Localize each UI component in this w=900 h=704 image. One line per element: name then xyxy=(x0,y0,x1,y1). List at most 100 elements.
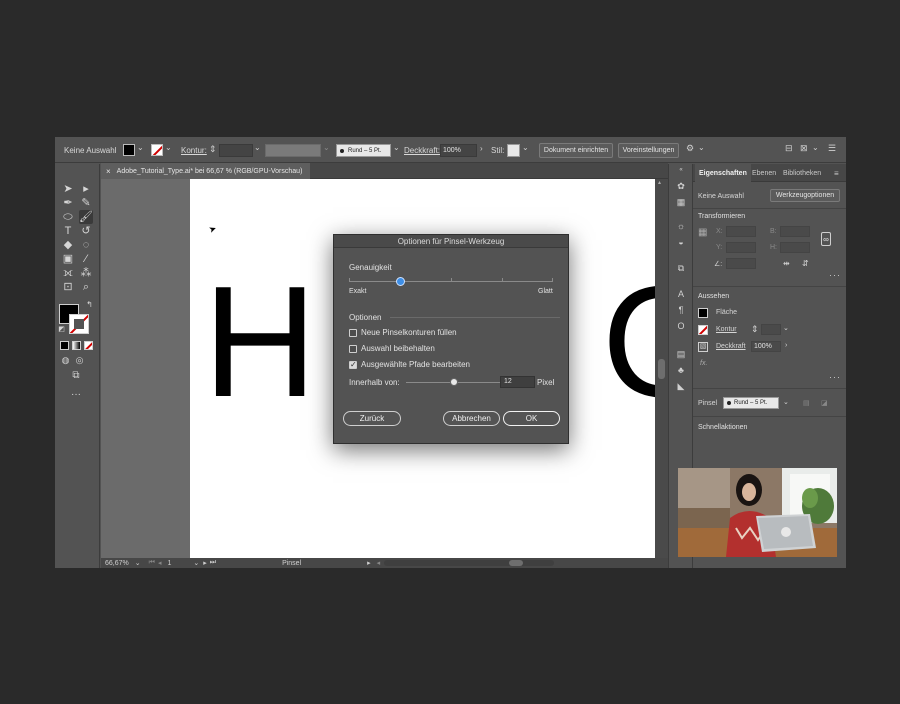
panel-menu-icon[interactable]: ☰ xyxy=(828,143,836,154)
lasso-tool-icon[interactable]: ◌ xyxy=(79,238,93,252)
stroke-color-swatch[interactable] xyxy=(151,144,163,156)
shape-builder-tool-icon[interactable]: ⟗ xyxy=(61,266,75,280)
edit-toolbar-icon[interactable]: ··· xyxy=(69,390,83,400)
tab-bibliotheken[interactable]: Bibliotheken xyxy=(783,164,821,182)
brush-options-icon[interactable]: ◪ xyxy=(821,399,828,407)
first-artboard-icon[interactable]: ⏮ xyxy=(149,559,155,567)
artboard-number[interactable]: 1 xyxy=(167,560,171,567)
panel-options-icon[interactable]: ≡ xyxy=(834,164,839,182)
arrange-chevron-down-icon[interactable]: ⌄ xyxy=(698,143,705,152)
height-input[interactable] xyxy=(780,242,810,253)
color-mode-icon[interactable] xyxy=(60,341,69,350)
document-setup-button[interactable]: Dokument einrichten xyxy=(539,143,613,158)
symbol-sprayer-tool-icon[interactable]: ⁂ xyxy=(79,266,93,280)
artwork-letter-h[interactable]: H xyxy=(203,263,317,421)
artboard-chevron-down-icon[interactable]: ⌄ xyxy=(193,559,199,567)
x-input[interactable] xyxy=(726,226,756,237)
flip-horizontal-icon[interactable]: ⇹ xyxy=(783,259,790,268)
fill-new-strokes-checkbox[interactable] xyxy=(349,329,357,337)
gradient-tool-icon[interactable]: ▣ xyxy=(61,252,75,266)
reference-point-icon[interactable]: ▦ xyxy=(698,228,708,238)
horizontal-scrollbar[interactable] xyxy=(384,560,555,566)
stroke-chevron-down-icon[interactable]: ⌄ xyxy=(165,143,172,152)
draw-normal-icon[interactable]: ◍ xyxy=(60,355,71,366)
accuracy-slider-knob[interactable] xyxy=(396,277,405,286)
next-artboard-icon[interactable]: ▸ xyxy=(203,559,207,567)
eyedropper-tool-icon[interactable]: ⁄ xyxy=(79,252,93,266)
opacity-input[interactable]: 100% xyxy=(440,144,477,157)
tool-options-button[interactable]: Werkzeugoptionen xyxy=(770,189,840,202)
zoom-tool-icon[interactable]: ⌕ xyxy=(79,280,93,294)
none-mode-icon[interactable] xyxy=(84,341,93,350)
fx-effects-button[interactable]: fx. xyxy=(700,360,707,367)
stroke-stepper-icon[interactable]: ⇕ xyxy=(209,144,217,155)
previous-artboard-icon[interactable]: ◂ xyxy=(158,559,162,567)
stroke-chevron-down-icon[interactable]: ⌄ xyxy=(783,324,789,332)
scroll-up-icon[interactable]: ▴ xyxy=(658,179,661,186)
zoom-chevron-down-icon[interactable]: ⌄ xyxy=(135,559,141,567)
brush-definition-dropdown[interactable]: Rund – 5 Pt. xyxy=(336,144,391,157)
artboards-panel-icon[interactable]: ⧉ xyxy=(675,262,687,274)
gradient-mode-icon[interactable] xyxy=(72,341,81,350)
stroke-label[interactable]: Kontur xyxy=(716,326,737,333)
fill-chevron-down-icon[interactable]: ⌄ xyxy=(137,143,144,152)
y-input[interactable] xyxy=(726,242,756,253)
paragraph-panel-icon[interactable]: ¶ xyxy=(675,304,687,316)
tab-eigenschaften[interactable]: Eigenschaften xyxy=(695,164,751,182)
fill-new-strokes-label[interactable]: Neue Pinselkonturen füllen xyxy=(361,328,457,337)
within-slider-knob[interactable] xyxy=(449,378,458,386)
brush-dropdown[interactable]: Rund – 5 Pt. xyxy=(723,397,779,409)
artboard-tool-icon[interactable]: ⊡ xyxy=(61,280,75,294)
align-icon[interactable]: ⊟ xyxy=(785,143,793,154)
cancel-button[interactable]: Abbrechen xyxy=(443,411,500,426)
zoom-level[interactable]: 66,67% xyxy=(105,560,129,567)
vertical-scrollbar[interactable]: ▴ xyxy=(655,179,668,558)
curvature-tool-icon[interactable]: ✎ xyxy=(79,196,93,210)
swatches-panel-icon[interactable]: ▦ xyxy=(675,196,687,208)
edit-selected-paths-label[interactable]: Ausgewählte Pfade bearbeiten xyxy=(361,360,470,369)
edit-selected-paths-checkbox[interactable] xyxy=(349,360,357,369)
vertical-scroll-thumb[interactable] xyxy=(658,359,665,379)
symbols-panel-icon[interactable]: ♣ xyxy=(675,364,687,376)
opacity-input[interactable]: 100% xyxy=(751,341,781,352)
width-input[interactable] xyxy=(780,226,810,237)
opacity-chevron-right-icon[interactable]: › xyxy=(785,342,787,349)
screen-mode-icon[interactable]: ⧉ xyxy=(69,370,83,382)
type-tool-icon[interactable]: T xyxy=(61,224,75,238)
fill-color-swatch[interactable] xyxy=(123,144,135,156)
brushes-panel-icon[interactable]: ▤ xyxy=(675,348,687,360)
stroke-weight-chevron-down-icon[interactable]: ⌄ xyxy=(254,143,261,152)
appearance-fill-swatch[interactable] xyxy=(698,308,708,318)
appearance-panel-icon[interactable]: ☼ xyxy=(675,220,687,232)
keep-selected-label[interactable]: Auswahl beibehalten xyxy=(361,344,435,353)
style-chevron-down-icon[interactable]: ⌄ xyxy=(522,143,529,152)
opentype-panel-icon[interactable]: O xyxy=(675,320,687,332)
constrain-proportions-icon[interactable]: ∞ xyxy=(821,232,831,246)
stroke-weight-input[interactable] xyxy=(761,324,781,335)
last-artboard-icon[interactable]: ⏭ xyxy=(210,559,216,567)
appearance-stroke-swatch[interactable] xyxy=(698,325,708,335)
opacity-label[interactable]: Deckkraft xyxy=(716,343,746,350)
opacity-chevron-right-icon[interactable]: › xyxy=(480,144,483,153)
tab-ebenen[interactable]: Ebenen xyxy=(752,164,776,182)
transform-more-icon[interactable]: ··· xyxy=(829,270,841,280)
angle-input[interactable] xyxy=(726,258,756,269)
rotate-tool-icon[interactable]: ↺ xyxy=(79,224,93,238)
appearance-more-icon[interactable]: ··· xyxy=(829,372,841,382)
gradient-panel-icon[interactable]: ◣ xyxy=(675,380,687,392)
brush-chevron-down-icon[interactable]: ⌄ xyxy=(393,143,400,152)
horizontal-scroll-thumb[interactable] xyxy=(509,560,524,566)
back-button[interactable]: Zurück xyxy=(343,411,401,426)
ellipse-tool-icon[interactable]: ⬭ xyxy=(61,210,75,224)
stroke-swatch-large[interactable] xyxy=(69,314,89,334)
brush-chevron-down-icon[interactable]: ⌄ xyxy=(783,398,789,406)
scroll-left-icon[interactable]: ◂ xyxy=(377,559,381,567)
transform-icon[interactable]: ⊠ xyxy=(800,143,808,154)
selection-tool-icon[interactable]: ➤ xyxy=(61,182,75,196)
status-menu-icon[interactable]: ▸ xyxy=(367,559,371,567)
close-tab-icon[interactable]: × xyxy=(106,167,111,176)
keep-selected-checkbox[interactable] xyxy=(349,345,357,353)
stroke-label[interactable]: Kontur: xyxy=(181,137,207,163)
artwork-letter-o[interactable]: O xyxy=(602,263,655,421)
opacity-icon[interactable]: ▧ xyxy=(698,342,708,352)
